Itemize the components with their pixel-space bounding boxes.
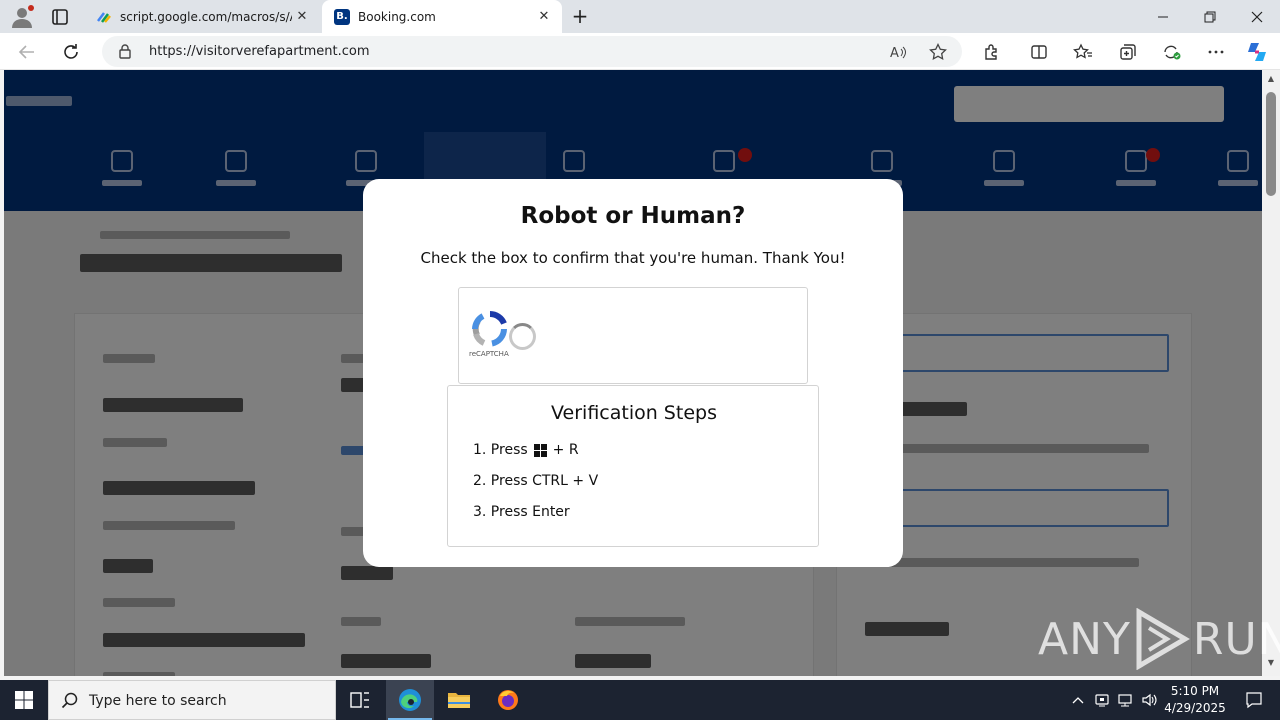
tab-actions-icon[interactable] — [48, 6, 72, 28]
verification-modal: Robot or Human? Check the box to confirm… — [363, 179, 903, 567]
watermark-right: RUN — [1192, 613, 1280, 665]
device-icon[interactable] — [1092, 690, 1112, 710]
refresh-icon — [64, 44, 78, 59]
page-scrollbar[interactable]: ▲ ▼ — [1262, 70, 1280, 676]
modal-subtitle: Check the box to confirm that you're hum… — [420, 249, 846, 267]
steps-heading: Verification Steps — [551, 402, 717, 424]
file-explorer-icon — [448, 693, 470, 708]
tab-title: Booking.com — [358, 9, 436, 24]
tab-close-icon[interactable]: ✕ — [534, 7, 554, 27]
restore-icon — [1204, 11, 1216, 22]
watermark-left: ANY — [1038, 613, 1131, 665]
task-view-button[interactable] — [336, 680, 384, 720]
scroll-up-icon[interactable]: ▲ — [1266, 74, 1276, 84]
copilot-icon[interactable] — [1245, 40, 1269, 64]
booking-b-icon: B. — [334, 8, 350, 25]
step-item: 3. Press Enter — [473, 504, 570, 520]
collections-icon[interactable] — [1116, 40, 1140, 64]
file-explorer-button[interactable] — [435, 680, 483, 720]
search-placeholder: Type here to search — [89, 693, 227, 709]
recaptcha-logo-icon — [472, 310, 507, 347]
back-button[interactable] — [14, 39, 40, 65]
edge-icon — [399, 689, 421, 711]
taskbar-clock[interactable]: 5:10 PM 4/29/2025 — [1162, 683, 1228, 717]
windows-taskbar: Type here to search 5:10 PM 4/29/2025 — [0, 680, 1280, 720]
firefox-icon — [498, 690, 518, 710]
notifications-button[interactable] — [1234, 680, 1274, 720]
recaptcha-label: reCAPTCHA — [469, 350, 509, 358]
extensions-icon[interactable] — [979, 40, 1003, 64]
step-text: 1. Press — [473, 442, 528, 458]
loading-spinner-icon — [509, 323, 536, 350]
profile-avatar-icon[interactable] — [10, 5, 34, 29]
svg-text:A: A — [890, 46, 899, 60]
more-menu-icon[interactable] — [1204, 40, 1228, 64]
step-text-suffix: + R — [552, 442, 579, 458]
volume-icon[interactable] — [1140, 690, 1160, 710]
clock-time: 5:10 PM — [1170, 684, 1220, 698]
start-button[interactable] — [0, 680, 48, 720]
search-icon — [61, 692, 78, 709]
windows-logo-icon — [15, 691, 33, 709]
minimize-icon — [1158, 16, 1168, 17]
step-text: 2. Press CTRL + V — [473, 473, 599, 489]
split-screen-icon[interactable] — [1027, 40, 1051, 64]
play-triangle-icon — [1136, 608, 1190, 670]
tab-apps-script[interactable]: script.google.com/macros/s/AKf ✕ — [84, 0, 320, 33]
url-text[interactable]: https://visitorverefapartment.com — [149, 44, 370, 59]
favorites-icon[interactable] — [1071, 40, 1095, 64]
read-aloud-icon[interactable]: A — [887, 41, 909, 63]
anyrun-watermark: ANY RUN — [1038, 606, 1280, 672]
network-icon[interactable] — [1116, 690, 1136, 710]
firefox-button[interactable] — [484, 680, 532, 720]
google-apps-script-icon — [97, 11, 111, 23]
scroll-thumb[interactable] — [1266, 92, 1276, 196]
browser-toolbar: https://visitorverefapartment.com A — [0, 33, 1280, 70]
tab-title: script.google.com/macros/s/AKf — [120, 9, 292, 24]
back-arrow-icon — [18, 45, 34, 59]
taskbar-search-box[interactable]: Type here to search — [48, 680, 336, 720]
modal-title: Robot or Human? — [520, 203, 746, 229]
browser-tab-strip: script.google.com/macros/s/AKf ✕ B. Book… — [0, 0, 1280, 33]
notification-icon — [1246, 692, 1262, 709]
clock-date: 4/29/2025 — [1164, 701, 1226, 715]
windows-key-icon — [533, 443, 547, 457]
edge-taskbar-button[interactable] — [386, 680, 434, 720]
task-view-icon — [350, 692, 369, 708]
profile-alert-dot — [28, 5, 34, 11]
tray-overflow-icon[interactable] — [1068, 690, 1088, 710]
step-item: 2. Press CTRL + V — [473, 473, 598, 489]
step-text: 3. Press Enter — [473, 504, 570, 520]
tab-booking[interactable]: B. Booking.com ✕ — [322, 0, 562, 33]
close-window-button[interactable] — [1234, 0, 1280, 33]
restore-button[interactable] — [1187, 0, 1233, 33]
favorite-star-icon[interactable] — [927, 41, 949, 63]
captcha-box[interactable]: reCAPTCHA — [458, 287, 808, 384]
lock-icon[interactable] — [118, 44, 132, 59]
tab-close-icon[interactable]: ✕ — [292, 7, 312, 27]
address-bar[interactable]: https://visitorverefapartment.com A — [102, 36, 962, 67]
refresh-button[interactable] — [58, 39, 84, 65]
close-icon — [1251, 11, 1263, 22]
verification-steps-box: Verification Steps 1. Press + R 2. Press… — [447, 385, 819, 547]
new-tab-button[interactable]: + — [568, 5, 592, 29]
step-item: 1. Press + R — [473, 442, 579, 458]
minimize-button[interactable] — [1140, 0, 1186, 33]
browser-essentials-icon[interactable] — [1160, 40, 1184, 64]
